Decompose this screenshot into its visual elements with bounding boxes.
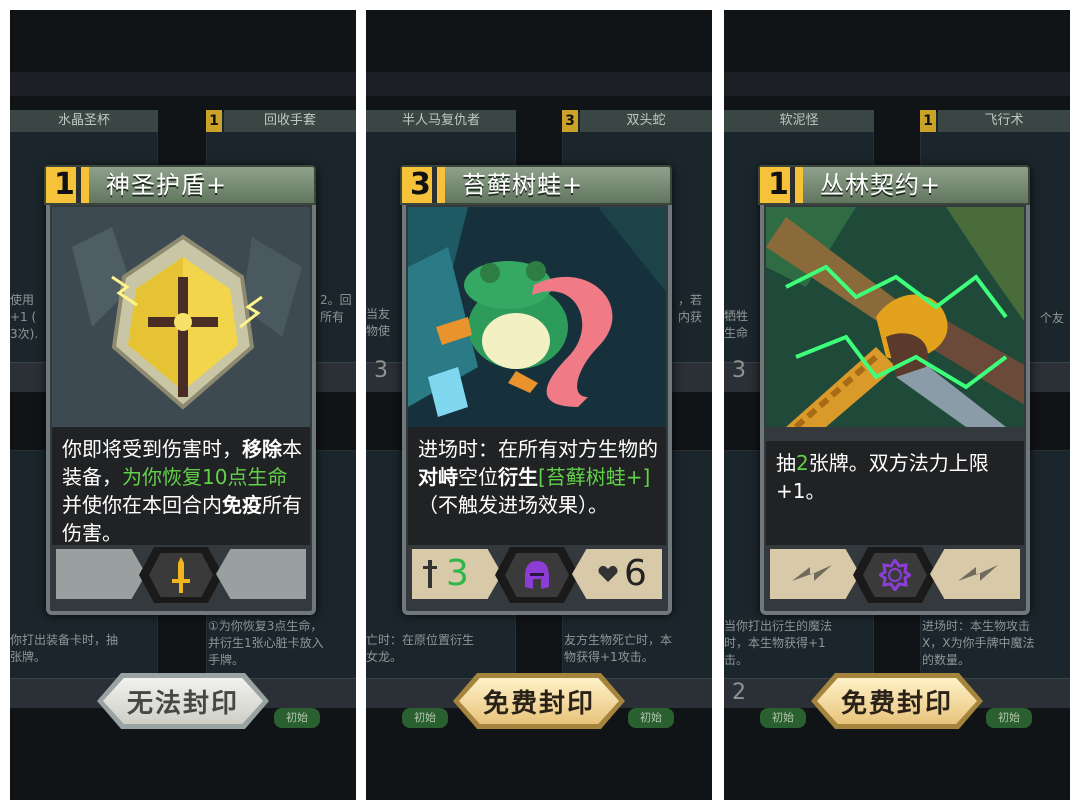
card-type-badge xyxy=(139,547,223,603)
background-card-text: 个友 xyxy=(1040,311,1065,325)
background-band xyxy=(366,72,712,96)
card-art-handshake xyxy=(766,207,1024,427)
star-seal-icon xyxy=(879,559,911,591)
initial-tag: 初始 xyxy=(986,708,1032,728)
background-band xyxy=(724,72,1070,96)
background-card-text: 进场时：本生物攻击 X，X为你手牌中魔法 的数量。 xyxy=(922,619,1035,667)
background-card-text: 牺牲 生命 xyxy=(724,309,749,340)
dagger-icon xyxy=(423,560,437,588)
background-card-cost: 1 xyxy=(920,110,936,132)
attack-value: 3 xyxy=(446,553,469,594)
mana-cost: 1 xyxy=(768,167,789,202)
card-description: 进场时：在所有对方生物的对峙空位衍生[苔藓树蛙+]（不触发进场效果）。 xyxy=(408,427,666,545)
background-card-stat: 2 xyxy=(732,680,746,705)
card-title: 神圣护盾+ xyxy=(106,171,228,199)
card-header: 1 丛林契约+ xyxy=(758,165,1030,205)
initial-tag: 初始 xyxy=(402,708,448,728)
cannot-seal-button[interactable]: 无法封印 xyxy=(97,673,269,729)
initial-tag: 初始 xyxy=(760,708,806,728)
card-title: 丛林契约+ xyxy=(820,171,942,199)
heart-icon xyxy=(598,565,618,582)
background-card-cost: 3 xyxy=(562,110,578,132)
card-holy-shield[interactable]: 1 神圣护盾+ 你即将受到伤害时，移除本装备，为你恢复10点生命并使你在本回合内… xyxy=(44,165,316,615)
card-panel-2: 半人马复仇者 当友 物使 3 双头蛇 ，若 内获 3 亡时：在原位置衍生 女龙。… xyxy=(366,10,712,800)
card-description: 你即将受到伤害时，移除本装备，为你恢复10点生命并使你在本回合内免疫所有伤害。 xyxy=(52,427,310,545)
background-card-cost: 1 xyxy=(206,110,222,132)
card-footer xyxy=(56,547,306,603)
card-footer: 3 6 xyxy=(412,547,662,603)
background-card-stat: 3 xyxy=(732,358,746,383)
background-card-title: 回收手套 xyxy=(224,110,356,132)
mana-cost: 1 xyxy=(54,167,75,202)
card-panel-1: 水晶圣杯 使用 +1 ( 3次). 1 回收手套 2。回 所有 你打出装备卡时，… xyxy=(10,10,356,800)
card-moss-tree-frog[interactable]: 3 苔藓树蛙+ 进场时：在所有对方生物的对峙空位衍生[苔藓树蛙+]（不触发进场效… xyxy=(400,165,672,615)
card-header: 3 苔藓树蛙+ xyxy=(400,165,672,205)
free-seal-button[interactable]: 免费封印 xyxy=(811,673,983,729)
initial-tag: 初始 xyxy=(274,708,320,728)
health-stat: 6 xyxy=(572,549,662,599)
stat-left-empty xyxy=(56,549,146,599)
background-card-title: 半人马复仇者 xyxy=(366,110,516,132)
background-card-title: 软泥怪 xyxy=(724,110,874,132)
free-seal-button[interactable]: 免费封印 xyxy=(453,673,625,729)
background-card-title: 水晶圣杯 xyxy=(10,110,158,132)
stat-right-empty xyxy=(216,549,306,599)
health-value: 6 xyxy=(624,553,647,594)
card-type-badge xyxy=(495,547,579,603)
mana-cost: 3 xyxy=(410,167,431,202)
card-type-badge xyxy=(853,547,937,603)
background-band xyxy=(10,72,356,96)
background-card-text: 当友 物使 xyxy=(366,307,391,338)
background-card-text: 亡时：在原位置衍生 女龙。 xyxy=(366,633,475,664)
background-card-stat: 3 xyxy=(374,358,388,383)
card-art-frog xyxy=(408,207,666,427)
background-card-title: 飞行术 xyxy=(938,110,1070,132)
background-card-text: 当你打出衍生的魔法 时，本生物获得+1 击。 xyxy=(724,619,833,667)
card-description: 抽2张牌。双方法力上限+1。 xyxy=(766,441,1024,545)
card-jungle-pact[interactable]: 1 丛林契约+ 抽2张牌。双方法力上限+1。 xyxy=(758,165,1030,615)
dagger-icon xyxy=(172,557,190,593)
card-footer xyxy=(770,547,1020,603)
initial-tag: 初始 xyxy=(628,708,674,728)
lightning-icon xyxy=(792,565,832,581)
lightning-icon xyxy=(958,565,998,581)
stat-left-empty xyxy=(770,549,860,599)
background-card-text: 你打出装备卡时，抽 张牌。 xyxy=(10,633,119,664)
helmet-icon xyxy=(525,561,549,589)
background-card-text: 2。回 所有 xyxy=(320,293,352,324)
card-header: 1 神圣护盾+ xyxy=(44,165,316,205)
background-card-text: ①为你恢复3点生命， 并衍生1张心脏卡放入 手牌。 xyxy=(208,619,324,667)
card-art-shield xyxy=(52,207,310,427)
background-card-text: 使用 +1 ( 3次). xyxy=(10,293,39,341)
card-panel-3: 软泥怪 牺牲 生命 1 飞行术 个友 3 当你打出衍生的魔法 时，本生物获得+1… xyxy=(724,10,1070,800)
background-card-text: ，若 内获 xyxy=(678,293,703,324)
stat-right-empty xyxy=(930,549,1020,599)
background-card-text: 友方生物死亡时，本 物获得+1攻击。 xyxy=(564,633,673,664)
card-title: 苔藓树蛙+ xyxy=(462,171,584,199)
background-card-title: 双头蛇 xyxy=(580,110,712,132)
